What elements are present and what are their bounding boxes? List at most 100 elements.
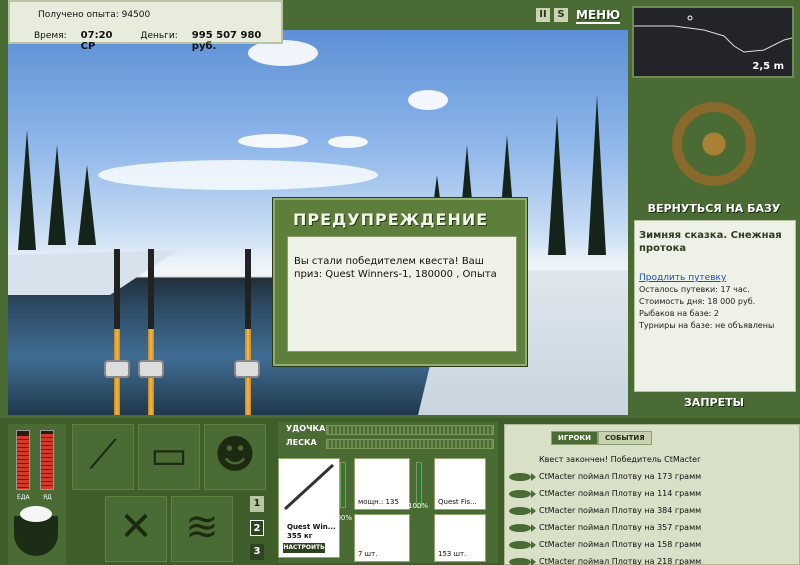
food-meter bbox=[16, 430, 30, 490]
rod-name: Quest Win... bbox=[287, 523, 336, 531]
dialog-message: Вы стали победителем квеста! Ваш приз: Q… bbox=[287, 236, 517, 352]
event-text: Квест закончен! Победитель CtMacter bbox=[539, 455, 701, 464]
list-item: CtMacter поймал Плотву на 218 грамм bbox=[509, 553, 797, 565]
fisherman-button[interactable]: ☻ bbox=[204, 424, 266, 490]
cloud bbox=[408, 90, 448, 110]
list-item: CtMacter поймал Плотву на 158 грамм bbox=[509, 536, 797, 553]
tree bbox=[48, 145, 66, 245]
slot-2-button[interactable]: 2 bbox=[250, 520, 264, 536]
tab-players[interactable]: ИГРОКИ bbox=[551, 431, 598, 445]
tree bbox=[18, 130, 36, 250]
fishing-rod-2[interactable] bbox=[148, 249, 154, 415]
event-text: CtMacter поймал Плотву на 114 грамм bbox=[539, 489, 702, 498]
line-tension-bar bbox=[326, 439, 494, 449]
rod-condition-bar bbox=[340, 462, 346, 508]
time-value: 07:20 СР bbox=[80, 30, 113, 52]
cloud bbox=[238, 134, 308, 148]
meters-panel: ЕДА ЯД bbox=[8, 424, 66, 565]
anglers-count: Рыбаков на базе: 2 bbox=[639, 309, 719, 318]
list-item: CtMacter поймал Плотву на 384 грамм bbox=[509, 502, 797, 519]
bait-slot[interactable]: 153 шт. bbox=[434, 514, 486, 562]
game-window: Получено опыта: 94500 Время: 07:20 СР Де… bbox=[0, 0, 800, 565]
event-text: CtMacter поймал Плотву на 158 грамм bbox=[539, 540, 702, 549]
cauldron-icon[interactable] bbox=[14, 506, 58, 556]
back-to-base-button[interactable]: ВЕРНУТЬСЯ НА БАЗУ bbox=[628, 202, 800, 215]
s-button[interactable]: S bbox=[554, 8, 568, 22]
pause-button[interactable]: II bbox=[536, 8, 550, 22]
fish-icon bbox=[509, 557, 536, 565]
line-name: Quest Fis... bbox=[438, 498, 477, 506]
tree bbox=[588, 95, 606, 255]
right-panel: ВЕРНУТЬСЯ НА БАЗУ Зимняя сказка. Снежная… bbox=[628, 82, 800, 415]
bans-button[interactable]: ЗАПРЕТЫ bbox=[628, 396, 800, 409]
hook-slot[interactable]: 7 шт. bbox=[354, 514, 410, 562]
tree bbox=[548, 115, 566, 255]
fishing-rod-3[interactable] bbox=[245, 249, 251, 415]
food-button[interactable]: ✕ bbox=[105, 496, 167, 562]
tackle-panel: УДОЧКА ЛЕСКА Quest Win... 355 кг НАСТРОИ… bbox=[278, 422, 498, 563]
rod-tool-button[interactable]: ⟋ bbox=[72, 424, 134, 490]
money-value: 995 507 980 руб. bbox=[191, 30, 262, 52]
event-text: CtMacter поймал Плотву на 384 грамм bbox=[539, 506, 702, 515]
list-item: CtMacter поймал Плотву на 173 грамм bbox=[509, 468, 797, 485]
cloud bbox=[98, 160, 378, 190]
warning-dialog[interactable]: ПРЕДУПРЕЖДЕНИЕ Вы стали победителем квес… bbox=[273, 198, 527, 366]
events-panel: ИГРОКИ СОБЫТИЯ Квест закончен! Победител… bbox=[504, 424, 800, 565]
fish-icon bbox=[509, 506, 536, 515]
ship-wheel-icon[interactable] bbox=[672, 102, 756, 186]
bait-count: 153 шт. bbox=[438, 550, 467, 558]
setup-button[interactable]: НАСТРОИТЬ bbox=[283, 543, 325, 553]
experience-value: 94500 bbox=[121, 10, 151, 20]
tree bbox=[78, 165, 96, 245]
day-cost: Стоимость дня: 18 000 руб. bbox=[639, 297, 756, 306]
event-text: CtMacter поймал Плотву на 357 грамм bbox=[539, 523, 702, 532]
slot-1-button[interactable]: 1 bbox=[250, 496, 264, 512]
poison-label: ЯД bbox=[43, 494, 52, 501]
reel-1 bbox=[104, 360, 130, 378]
list-item: Квест закончен! Победитель CtMacter bbox=[509, 451, 797, 468]
fish-icon bbox=[509, 523, 536, 532]
reel-pct: 100% bbox=[408, 502, 429, 510]
reel-3 bbox=[234, 360, 260, 378]
reel-power: мощн.: 135 bbox=[358, 498, 399, 506]
tab-events[interactable]: СОБЫТИЯ bbox=[597, 431, 652, 445]
money-label: Деньги: bbox=[140, 31, 178, 41]
rod-weight: 355 кг bbox=[287, 532, 313, 540]
reel-slot[interactable]: мощн.: 135 bbox=[354, 458, 410, 510]
rod-gauge-label: УДОЧКА bbox=[286, 424, 326, 433]
location-title: Зимняя сказка. Снежная протока bbox=[639, 230, 782, 254]
slot-3-button[interactable]: 3 bbox=[250, 544, 264, 560]
hook-count: 7 шт. bbox=[358, 550, 378, 558]
poison-meter bbox=[40, 430, 54, 490]
trip-remaining: Осталось путевки: 17 час. bbox=[639, 285, 750, 294]
events-list: Квест закончен! Победитель CtMacter CtMa… bbox=[509, 451, 797, 565]
reel-2 bbox=[138, 360, 164, 378]
rod-pct: 100% bbox=[332, 514, 353, 522]
menu-button[interactable]: МЕНЮ bbox=[576, 8, 621, 24]
events-tabs: ИГРОКИ СОБЫТИЯ bbox=[551, 431, 652, 445]
fish-keepnet-button[interactable]: ≋ bbox=[171, 496, 233, 562]
list-item: CtMacter поймал Плотву на 114 грамм bbox=[509, 485, 797, 502]
tackle-box-button[interactable]: ▭ bbox=[138, 424, 200, 490]
event-text: CtMacter поймал Плотву на 218 грамм bbox=[539, 557, 702, 565]
dialog-title: ПРЕДУПРЕЖДЕНИЕ bbox=[293, 210, 489, 229]
line-slot[interactable]: Quest Fis... bbox=[434, 458, 486, 510]
depth-value: 2,5 m bbox=[752, 61, 784, 72]
bottom-panel: ЕДА ЯД ⟋ ▭ ☻ ✕ ≋ 1 2 3 УДОЧКА ЛЕСКА Ques… bbox=[0, 418, 800, 565]
rod-icon bbox=[283, 463, 335, 511]
fish-icon bbox=[509, 489, 536, 498]
location-info: Зимняя сказка. Снежная протока Продлить … bbox=[634, 220, 796, 392]
time-money-row: Время: 07:20 СР Деньги: 995 507 980 руб. bbox=[34, 30, 281, 52]
time-label: Время: bbox=[34, 31, 67, 41]
depth-map[interactable]: 2,5 m bbox=[632, 6, 794, 78]
food-label: ЕДА bbox=[17, 494, 30, 501]
cloud bbox=[328, 136, 368, 148]
fish-icon bbox=[509, 472, 536, 481]
rod-gauge: УДОЧКА bbox=[278, 424, 498, 436]
fish-icon bbox=[509, 540, 536, 549]
extend-trip-link[interactable]: Продлить путевку bbox=[639, 273, 791, 283]
rod-slot[interactable]: Quest Win... 355 кг НАСТРОИТЬ bbox=[278, 458, 340, 558]
fishing-rod-1[interactable] bbox=[114, 249, 120, 415]
line-gauge-label: ЛЕСКА bbox=[286, 438, 317, 447]
rod-tension-bar bbox=[326, 425, 494, 435]
